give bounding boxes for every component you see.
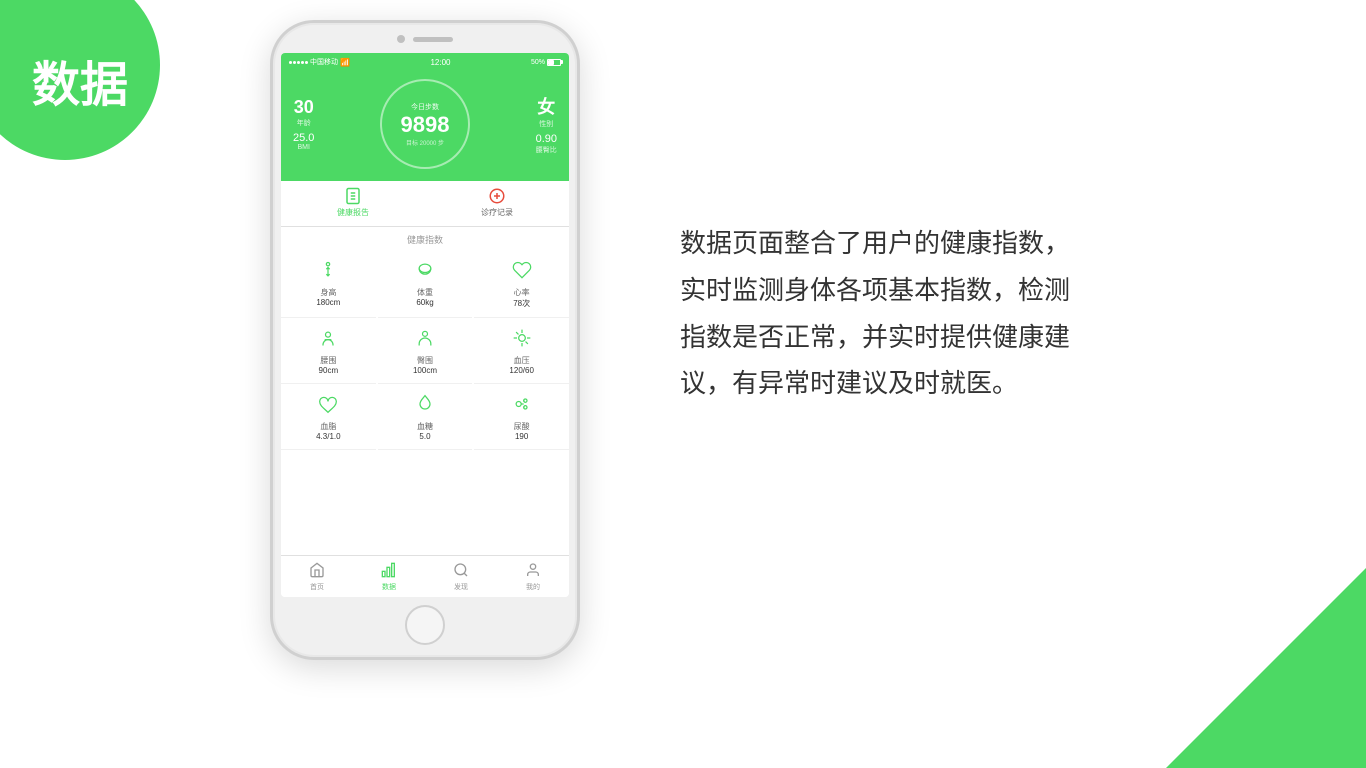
health-item-name: 臀围 [417,355,433,366]
nav-label: 我的 [526,582,540,592]
stat-age: 30 年龄 25.0 BMI [293,97,314,151]
phone-shell: 中国移动 📶 12:00 50% 30 年龄 [270,20,580,660]
wifi-icon: 📶 [340,58,350,67]
health-item-icon [415,394,435,419]
badge-label: 数据 [32,45,128,115]
stat-gender: 女 性别 0.90 腰臀比 [536,93,557,155]
steps-circle: 今日步数 9898 目标 20000 步 [380,79,470,169]
health-item-value: 4.3/1.0 [316,432,340,441]
phone-camera [397,35,405,43]
health-item[interactable]: 臀围 100cm [378,320,473,384]
health-item-name: 体重 [417,287,433,298]
nav-label: 发现 [454,582,468,592]
tab-health-report[interactable]: 健康报告 [281,181,425,226]
status-right: 50% [531,59,561,66]
nav-icon [309,562,325,581]
health-item-value: 120/60 [509,366,533,375]
phone-mockup: 中国移动 📶 12:00 50% 30 年龄 [270,20,580,660]
tab-medical-records-label: 诊疗记录 [481,207,513,218]
app-header: 30 年龄 25.0 BMI 今日步数 9898 目标 20000 步 女 [281,71,569,181]
status-bar: 中国移动 📶 12:00 50% [281,53,569,71]
age-label: 年龄 [297,118,311,128]
health-item-value: 100cm [413,366,437,375]
steps-value: 9898 [401,112,450,138]
gender-value: 女 [537,93,555,119]
phone-screen: 中国移动 📶 12:00 50% 30 年龄 [281,53,569,597]
status-left: 中国移动 📶 [289,57,350,67]
bmi-value: 25.0 [293,132,314,144]
status-time: 12:00 [430,58,450,67]
health-item-icon [318,260,338,285]
health-item-name: 心率 [514,287,530,298]
ratio-label: 腰臀比 [536,145,557,155]
health-item[interactable]: 血脂 4.3/1.0 [281,386,376,450]
health-item-name: 血压 [514,355,530,366]
nav-icon [381,562,397,581]
description-block: 数据页面整合了用户的健康指数，实时监测身体各项基本指数，检测指数是否正常，并实时… [680,220,1180,407]
health-item[interactable]: 腰围 90cm [281,320,376,384]
health-item-name: 腰围 [320,355,336,366]
home-button[interactable] [405,605,445,645]
description-text: 数据页面整合了用户的健康指数，实时监测身体各项基本指数，检测指数是否正常，并实时… [680,220,1180,407]
carrier-name: 中国移动 [310,57,338,67]
health-item-icon [415,260,435,285]
health-section: 健康指数 身高 180cm 体重 60kg 心率 78次 腰围 90cm 臀围 … [281,227,569,456]
health-item-icon [512,260,532,285]
tab-health-report-label: 健康报告 [337,207,369,218]
health-item-value: 180cm [316,298,340,307]
age-value: 30 [294,97,314,118]
health-item[interactable]: 尿酸 190 [474,386,569,450]
health-item-name: 血糖 [417,421,433,432]
ratio-value: 0.90 [536,133,557,145]
health-item-value: 90cm [319,366,339,375]
health-item-icon [512,328,532,353]
battery-percent: 50% [531,59,545,66]
bottom-nav: 首页 数据 发现 我的 [281,555,569,597]
badge-circle: 数据 [0,0,160,160]
health-item[interactable]: 血糖 5.0 [378,386,473,450]
nav-icon [453,562,469,581]
health-item-icon [318,394,338,419]
nav-label: 首页 [310,582,324,592]
health-item[interactable]: 身高 180cm [281,252,376,318]
health-item-name: 血脂 [320,421,336,432]
nav-icon [525,562,541,581]
decorative-triangle [1166,568,1366,768]
battery-icon [547,59,561,66]
tab-medical-records[interactable]: 诊疗记录 [425,181,569,226]
bmi-label: BMI [297,144,309,151]
nav-item-首页[interactable]: 首页 [281,556,353,597]
phone-top-bar [397,35,453,43]
header-stats: 30 年龄 25.0 BMI 今日步数 9898 目标 20000 步 女 [293,79,557,169]
app-tabs: 健康报告 诊疗记录 [281,181,569,227]
phone-speaker [413,37,453,42]
health-item[interactable]: 血压 120/60 [474,320,569,384]
steps-today-label: 今日步数 [411,102,439,112]
health-section-title: 健康指数 [281,233,569,246]
nav-item-我的[interactable]: 我的 [497,556,569,597]
signal-dots [289,61,308,64]
health-item-value: 5.0 [419,432,430,441]
health-grid: 身高 180cm 体重 60kg 心率 78次 腰围 90cm 臀围 100cm… [281,252,569,450]
health-item[interactable]: 心率 78次 [474,252,569,318]
gender-label: 性别 [539,119,553,129]
health-item-name: 身高 [320,287,336,298]
health-item-icon [415,328,435,353]
health-item-icon [318,328,338,353]
health-item-value: 190 [515,432,528,441]
nav-item-发现[interactable]: 发现 [425,556,497,597]
nav-item-数据[interactable]: 数据 [353,556,425,597]
health-item[interactable]: 体重 60kg [378,252,473,318]
health-item-value: 60kg [416,298,433,307]
steps-target: 目标 20000 步 [406,138,444,147]
health-item-name: 尿酸 [514,421,530,432]
nav-label: 数据 [382,582,396,592]
health-item-value: 78次 [513,298,530,309]
health-item-icon [512,394,532,419]
